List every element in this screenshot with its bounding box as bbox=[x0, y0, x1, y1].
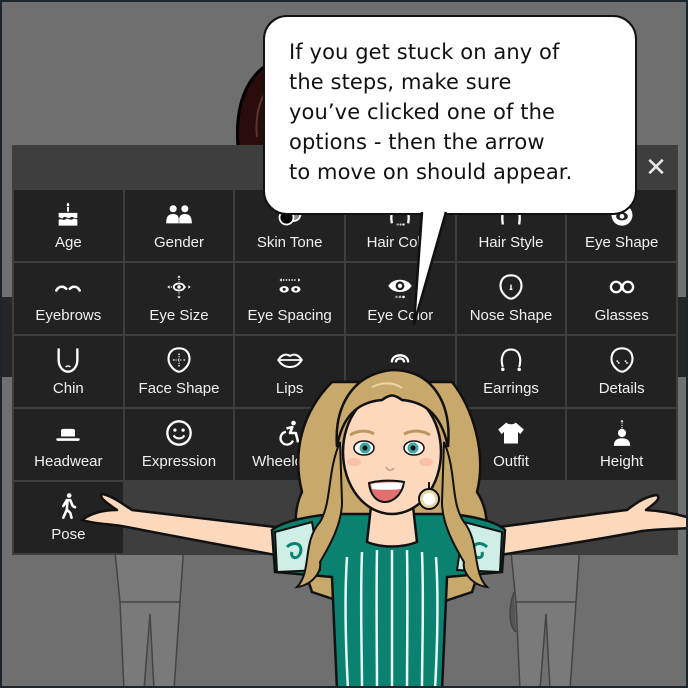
speech-bubble-text: If you get stuck on any of the steps, ma… bbox=[289, 37, 572, 187]
option-label: Eye Size bbox=[149, 307, 209, 324]
glasses-icon bbox=[608, 273, 636, 301]
unknown-icon bbox=[386, 419, 414, 447]
option-pose[interactable]: Pose bbox=[14, 482, 123, 553]
background-figure-left bbox=[113, 541, 185, 686]
option-age[interactable]: Age bbox=[14, 190, 123, 261]
option-label: Age bbox=[54, 234, 82, 251]
close-icon: ✕ bbox=[645, 152, 667, 182]
option-label: Expression bbox=[141, 453, 217, 470]
option-earrings[interactable]: Earrings bbox=[456, 336, 566, 407]
background-figure-right bbox=[509, 541, 581, 686]
option-label: Headwear bbox=[34, 453, 103, 470]
option-details[interactable]: Details bbox=[567, 336, 676, 407]
face-shape-icon bbox=[165, 346, 193, 374]
earrings-icon bbox=[497, 346, 525, 374]
option-label: Hair Color bbox=[366, 234, 435, 251]
eyebrows-icon bbox=[54, 273, 82, 301]
speech-line: to move on should appear. bbox=[289, 160, 573, 184]
option-label: Outfit bbox=[493, 453, 529, 470]
option-label: Height bbox=[599, 453, 644, 470]
option-height[interactable]: Height bbox=[567, 409, 676, 480]
option-label: Wheelchair bbox=[252, 453, 328, 470]
option-label: Eyebrows bbox=[35, 307, 102, 324]
option-label: Lips bbox=[275, 380, 304, 397]
option-lips[interactable]: Lips bbox=[235, 336, 344, 407]
option-eye-size[interactable]: Eye Size bbox=[124, 263, 234, 334]
option-label: Skin Tone bbox=[256, 234, 323, 251]
speech-line: you’ve clicked one of the bbox=[289, 100, 556, 124]
height-icon bbox=[608, 419, 636, 447]
option-expression[interactable]: Expression bbox=[124, 409, 234, 480]
smiley-icon bbox=[165, 419, 193, 447]
ear-icon bbox=[386, 346, 414, 374]
walking-person-icon bbox=[54, 492, 82, 520]
options-grid: Age Gender Skin Tone Hair Color Hair Sty… bbox=[14, 190, 676, 553]
eye-color-icon bbox=[386, 273, 414, 301]
wheelchair-icon bbox=[276, 419, 304, 447]
chin-icon bbox=[54, 346, 82, 374]
option-label: Gender bbox=[153, 234, 205, 251]
option-eye-color[interactable]: Eye Color bbox=[345, 263, 455, 334]
hat-icon bbox=[54, 419, 82, 447]
lips-icon bbox=[276, 346, 304, 374]
option-nose-shape[interactable]: Nose Shape bbox=[456, 263, 566, 334]
option-label: Earrings bbox=[483, 380, 539, 397]
eye-spacing-icon bbox=[276, 273, 304, 301]
option-wheelchair[interactable]: Wheelchair bbox=[235, 409, 344, 480]
option-label: Nose Shape bbox=[469, 307, 553, 324]
eye-size-icon bbox=[165, 273, 193, 301]
speech-line: If you get stuck on any of bbox=[289, 40, 560, 64]
option-label: Eye Color bbox=[367, 307, 434, 324]
option-eyebrows[interactable]: Eyebrows bbox=[14, 263, 123, 334]
option-label: Glasses bbox=[594, 307, 649, 324]
option-label: Face Shape bbox=[138, 380, 220, 397]
speech-bubble: If you get stuck on any of the steps, ma… bbox=[263, 15, 637, 215]
option-chin[interactable]: Chin bbox=[14, 336, 123, 407]
option-face-shape[interactable]: Face Shape bbox=[124, 336, 234, 407]
speech-line: the steps, make sure bbox=[289, 70, 512, 94]
option-label: Pose bbox=[51, 526, 86, 543]
option-glasses[interactable]: Glasses bbox=[567, 263, 676, 334]
option-gender[interactable]: Gender bbox=[124, 190, 234, 261]
option-obscured[interactable] bbox=[345, 336, 455, 407]
face-details-icon bbox=[608, 346, 636, 374]
comic-panel: ✕ Age Gender Skin Tone Hair Color Hair S… bbox=[0, 0, 688, 688]
option-label: Hair Style bbox=[478, 234, 544, 251]
option-headwear[interactable]: Headwear bbox=[14, 409, 123, 480]
option-label: Eye Spacing bbox=[247, 307, 332, 324]
shirt-icon bbox=[497, 419, 525, 447]
option-label: Details bbox=[598, 380, 645, 397]
option-eye-spacing[interactable]: Eye Spacing bbox=[235, 263, 344, 334]
option-label: Chin bbox=[52, 380, 84, 397]
close-button[interactable]: ✕ bbox=[640, 151, 672, 183]
option-label: Eye Shape bbox=[584, 234, 659, 251]
nose-shape-icon bbox=[497, 273, 525, 301]
people-icon bbox=[165, 200, 193, 228]
option-obscured[interactable] bbox=[345, 409, 455, 480]
speech-line: options - then the arrow bbox=[289, 130, 545, 154]
option-outfit[interactable]: Outfit bbox=[456, 409, 566, 480]
cake-icon bbox=[54, 200, 82, 228]
